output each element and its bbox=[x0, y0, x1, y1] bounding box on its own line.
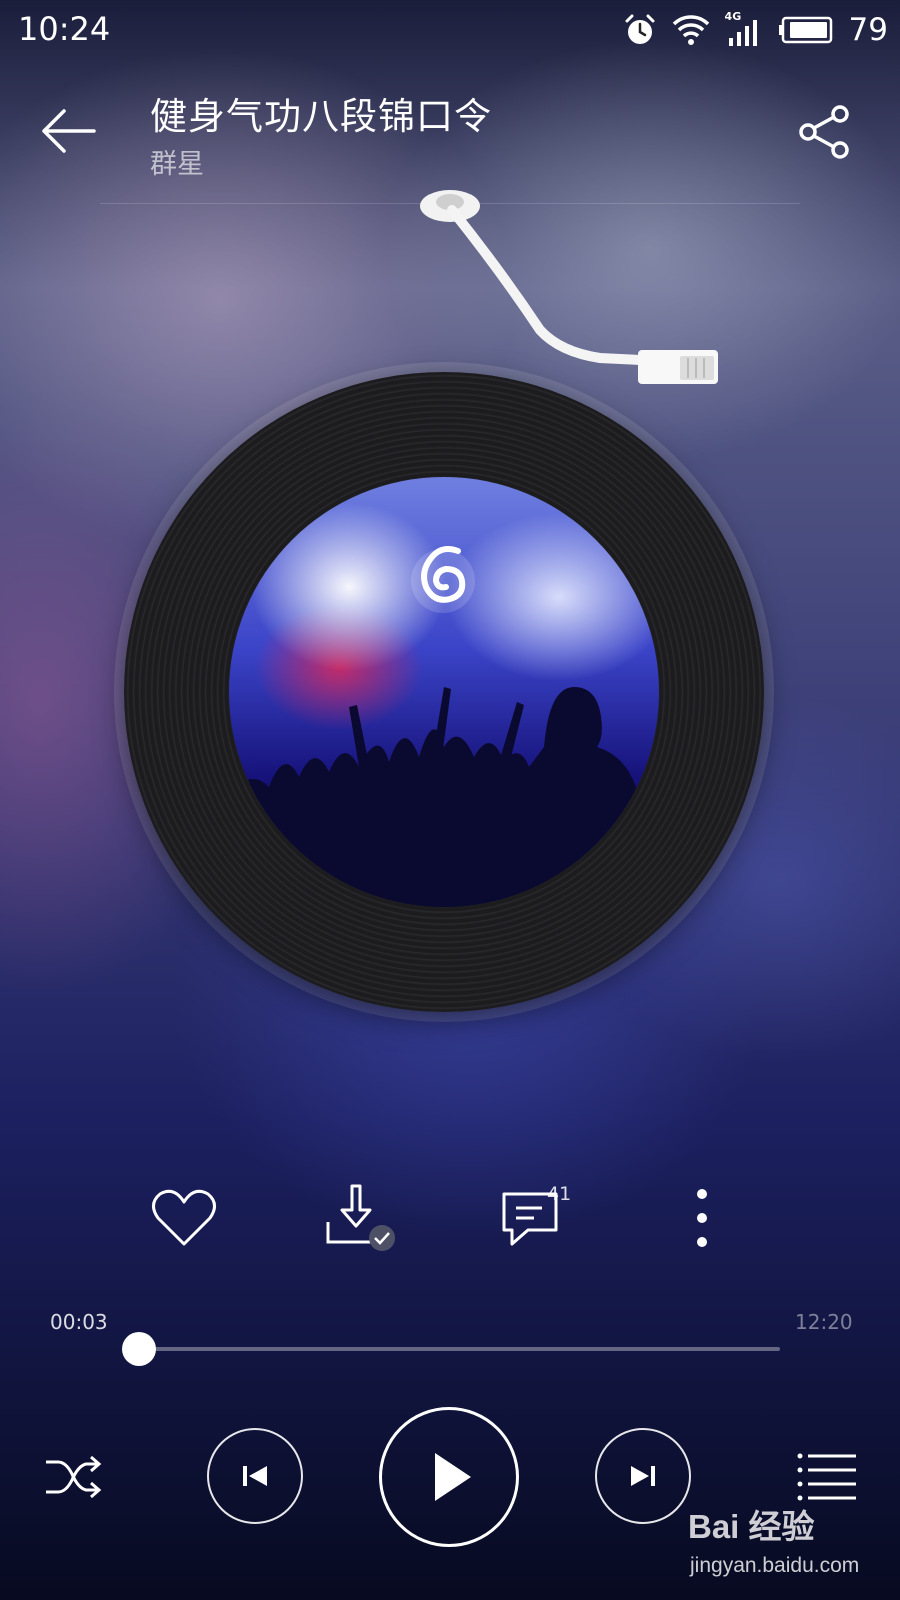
shuffle-icon[interactable] bbox=[44, 1450, 104, 1504]
more-vertical-icon[interactable] bbox=[664, 1180, 740, 1256]
battery-icon bbox=[778, 16, 832, 44]
current-time: 00:03 bbox=[50, 1310, 108, 1334]
song-artist[interactable]: 群星 bbox=[150, 142, 204, 181]
alarm-icon bbox=[625, 14, 655, 44]
play-button[interactable] bbox=[379, 1407, 519, 1547]
music-app-logo-icon bbox=[411, 546, 475, 613]
previous-button[interactable] bbox=[207, 1428, 303, 1524]
song-title: 健身气功八段锦口令 bbox=[150, 95, 492, 138]
tonearm bbox=[420, 190, 718, 384]
download-done-icon[interactable] bbox=[322, 1180, 398, 1256]
playlist-icon[interactable] bbox=[796, 1450, 858, 1504]
total-time: 12:20 bbox=[795, 1310, 853, 1334]
wifi-icon bbox=[672, 15, 709, 45]
comment-count: 41 bbox=[547, 1183, 572, 1205]
baidu-jingyan-watermark: Bai 经验 jingyan.baidu.com bbox=[688, 1500, 878, 1588]
progress-thumb[interactable] bbox=[121, 1332, 156, 1366]
signal-icon: 4G bbox=[725, 10, 765, 48]
battery-percent: 79 bbox=[848, 12, 888, 48]
progress-track[interactable] bbox=[136, 1347, 780, 1351]
status-time: 10:24 bbox=[18, 10, 111, 48]
next-button[interactable] bbox=[595, 1428, 691, 1524]
watermark-url: jingyan.baidu.com bbox=[690, 1554, 860, 1577]
concert-crowd-image bbox=[229, 687, 659, 907]
status-bar: 10:24 4G 79 bbox=[0, 0, 900, 62]
next-icon bbox=[631, 1466, 655, 1486]
share-icon[interactable] bbox=[798, 104, 854, 160]
heart-icon[interactable] bbox=[146, 1180, 222, 1256]
back-arrow-icon[interactable] bbox=[38, 100, 100, 162]
play-icon bbox=[435, 1453, 471, 1501]
watermark-brand: Bai 经验 bbox=[688, 1508, 815, 1545]
previous-icon bbox=[243, 1466, 267, 1486]
